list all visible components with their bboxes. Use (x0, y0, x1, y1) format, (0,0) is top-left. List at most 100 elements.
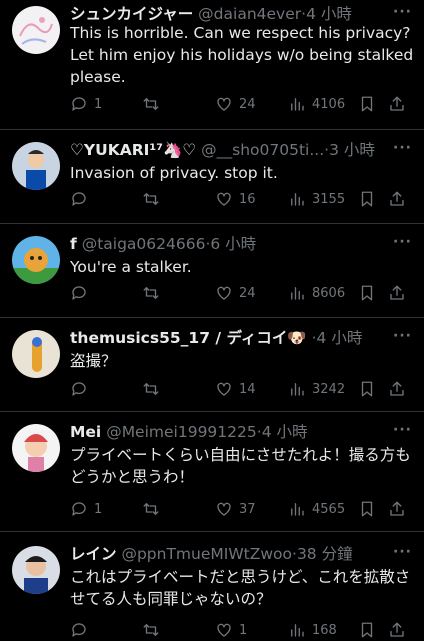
timestamp[interactable]: 4 小時 (317, 329, 363, 347)
heart-icon (217, 286, 231, 300)
tweet[interactable]: シュンカイジャー @daian4ever·4 小時 ··· This is ho… (0, 0, 424, 130)
user-handle[interactable]: @taiga0624666 (82, 235, 206, 253)
retweet-button[interactable] (142, 380, 166, 398)
tweet-text: プライベートくらい自由にさせたれよ！撮る方もどうかと思うわ！ (70, 446, 411, 486)
retweet-button[interactable] (142, 190, 166, 208)
retweet-button[interactable] (142, 500, 166, 518)
like-button[interactable]: 24 (215, 284, 256, 302)
tweet[interactable]: Mei @Meimei19991225·4 小時 ··· プライベートくらい自由… (0, 412, 424, 532)
like-button[interactable]: 1 (215, 621, 247, 639)
bookmark-icon (361, 501, 373, 517)
action-bar: 1 168 (70, 621, 414, 641)
more-menu-icon[interactable]: ··· (393, 328, 412, 344)
share-icon (390, 381, 404, 396)
like-button[interactable]: 14 (215, 380, 256, 398)
bookmark-button[interactable] (358, 190, 376, 208)
views-button[interactable]: 3242 (288, 380, 345, 398)
like-count: 1 (239, 622, 248, 638)
share-button[interactable] (388, 380, 406, 398)
user-handle[interactable]: @Meimei19991225 (106, 423, 257, 441)
retweet-icon (143, 383, 159, 395)
display-name[interactable]: ♡YUKARI¹⁷🦄♡ (70, 141, 196, 159)
reply-icon (72, 97, 86, 111)
display-name[interactable]: f (70, 235, 77, 253)
view-count: 4106 (312, 96, 346, 112)
bookmark-button[interactable] (358, 500, 376, 518)
reply-button[interactable] (70, 621, 94, 639)
display-name[interactable]: themusics55_17 / ディコイ🐶 (70, 329, 307, 347)
action-bar: 1 37 4565 (70, 500, 414, 520)
like-button[interactable]: 16 (215, 190, 256, 208)
heart-icon (217, 97, 231, 111)
share-button[interactable] (388, 95, 406, 113)
bar-chart-icon (291, 624, 304, 637)
bookmark-button[interactable] (358, 95, 376, 113)
avatar[interactable] (12, 330, 60, 378)
reply-button[interactable]: 1 (70, 500, 102, 518)
tweet[interactable]: レイン @ppnTmueMIWtZwoo·38 分鐘 ··· これはプライベート… (0, 532, 424, 640)
retweet-button[interactable] (142, 284, 166, 302)
avatar[interactable] (12, 236, 60, 284)
tweet-header: ♡YUKARI¹⁷🦄♡ @__sho0705ti...·3 小時 (70, 140, 390, 160)
more-menu-icon[interactable]: ··· (393, 4, 412, 20)
share-button[interactable] (388, 190, 406, 208)
views-button[interactable]: 4565 (288, 500, 345, 518)
user-handle[interactable]: @__sho0705ti... (201, 141, 324, 159)
views-button[interactable]: 168 (288, 621, 337, 639)
avatar[interactable] (12, 546, 60, 594)
bookmark-button[interactable] (358, 284, 376, 302)
views-button[interactable]: 4106 (288, 95, 345, 113)
tweet[interactable]: themusics55_17 / ディコイ🐶 ·4 小時 ··· 盗撮？ 14 … (0, 318, 424, 412)
retweet-button[interactable] (142, 95, 166, 113)
heart-icon (217, 192, 231, 206)
user-handle[interactable]: @daian4ever (198, 5, 301, 23)
display-name[interactable]: レイン (70, 545, 117, 563)
reply-icon (72, 382, 86, 396)
bar-chart-icon (291, 383, 304, 396)
tweet-header: レイン @ppnTmueMIWtZwoo·38 分鐘 (70, 544, 390, 564)
timestamp[interactable]: 3 小時 (329, 141, 375, 159)
more-menu-icon[interactable]: ··· (393, 234, 412, 250)
user-handle[interactable]: @ppnTmueMIWtZwoo (121, 545, 292, 563)
timestamp[interactable]: 38 分鐘 (297, 545, 353, 563)
bookmark-button[interactable] (358, 380, 376, 398)
reply-icon (72, 623, 86, 637)
like-count: 37 (239, 501, 256, 517)
display-name[interactable]: シュンカイジャー (70, 5, 193, 23)
views-button[interactable]: 3155 (288, 190, 345, 208)
more-menu-icon[interactable]: ··· (393, 422, 412, 438)
share-button[interactable] (388, 500, 406, 518)
timestamp[interactable]: 4 小時 (306, 5, 352, 23)
bookmark-icon (361, 381, 373, 397)
reply-icon (72, 286, 86, 300)
like-count: 24 (239, 285, 256, 301)
tweet[interactable]: f @taiga0624666·6 小時 ··· You're a stalke… (0, 224, 424, 318)
reply-button[interactable]: 1 (70, 95, 102, 113)
reply-button[interactable] (70, 284, 94, 302)
like-button[interactable]: 24 (215, 95, 256, 113)
share-button[interactable] (388, 284, 406, 302)
tweet-text: You're a stalker. (70, 258, 192, 276)
avatar[interactable] (12, 424, 60, 472)
reply-count: 1 (94, 96, 103, 112)
share-button[interactable] (388, 621, 406, 639)
retweet-button[interactable] (142, 621, 166, 639)
more-menu-icon[interactable]: ··· (393, 544, 412, 560)
reply-button[interactable] (70, 380, 94, 398)
bookmark-button[interactable] (358, 621, 376, 639)
avatar[interactable] (12, 6, 60, 54)
avatar[interactable] (12, 142, 60, 190)
timestamp[interactable]: 6 小時 (210, 235, 256, 253)
tweet-header: f @taiga0624666·6 小時 (70, 234, 390, 254)
tweet-header: シュンカイジャー @daian4ever·4 小時 (70, 4, 390, 24)
tweet[interactable]: ♡YUKARI¹⁷🦄♡ @__sho0705ti...·3 小時 ··· Inv… (0, 130, 424, 224)
display-name[interactable]: Mei (70, 423, 101, 441)
views-button[interactable]: 8606 (288, 284, 345, 302)
reply-button[interactable] (70, 190, 94, 208)
heart-icon (217, 382, 231, 396)
more-menu-icon[interactable]: ··· (393, 140, 412, 156)
like-button[interactable]: 37 (215, 500, 256, 518)
reply-icon (72, 502, 86, 516)
view-count: 4565 (312, 501, 346, 517)
timestamp[interactable]: 4 小時 (262, 423, 308, 441)
